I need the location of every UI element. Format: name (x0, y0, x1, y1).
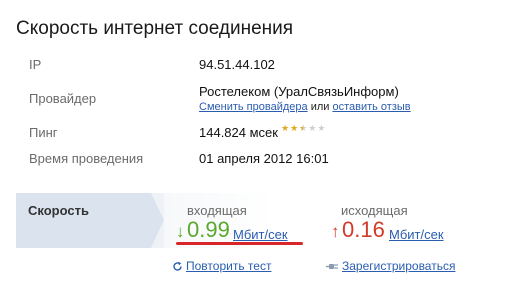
incoming-label: входящая (187, 203, 247, 218)
change-provider-link[interactable]: Сменить провайдера (199, 101, 308, 113)
outgoing-label: исходящая (341, 203, 408, 218)
down-arrow-icon: ↓ (176, 222, 185, 241)
ip-label: IP (29, 57, 42, 72)
incoming-unit-link[interactable]: Мбит/сек (233, 227, 288, 242)
incoming-underline (176, 242, 303, 245)
ping-rating-stars: ★ ★ ★ ★ ★ (281, 124, 325, 133)
provider-label: Провайдер (29, 91, 97, 106)
provider-actions: Сменить провайдера или оставить отзыв (199, 101, 411, 113)
ip-value: 94.51.44.102 (199, 57, 275, 72)
ping-label: Пинг (29, 125, 58, 140)
time-value: 01 апреля 2012 16:01 (199, 151, 329, 166)
incoming-speed-value: 0.99 (187, 217, 230, 242)
outgoing-unit-link[interactable]: Мбит/сек (389, 227, 444, 242)
page-title: Скорость интернет соединения (16, 18, 294, 39)
refresh-icon[interactable] (172, 259, 183, 272)
star-icon: ★ (317, 123, 326, 133)
star-icon: ★ (281, 123, 290, 133)
star-icon: ★ (290, 123, 299, 133)
provider-value: Ростелеком (УралСвязьИнформ) (199, 84, 399, 99)
plug-icon[interactable] (326, 259, 339, 272)
star-icon: ★ (308, 123, 317, 133)
speed-label: Скорость (28, 203, 89, 218)
speed-panel-tab (16, 193, 164, 248)
ping-value: 144.824 мсек (199, 125, 278, 140)
star-half-icon: ★ (299, 123, 308, 133)
up-arrow-icon: ↑ (331, 222, 340, 241)
time-label: Время проведения (29, 151, 144, 166)
leave-review-link[interactable]: оставить отзыв (332, 101, 410, 113)
register-link[interactable]: Зарегистрироваться (342, 259, 455, 273)
repeat-test-button[interactable]: Повторить тест (186, 259, 271, 273)
outgoing-speed-value: 0.16 (342, 217, 385, 242)
or-text: или (310, 101, 330, 113)
